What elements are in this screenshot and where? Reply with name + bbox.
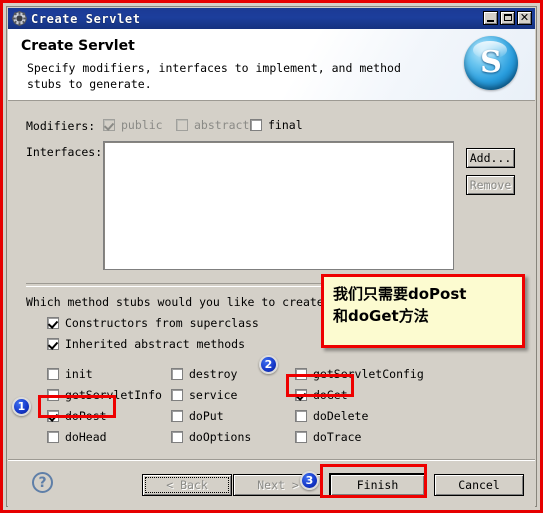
checkbox-label: Constructors from superclass (65, 316, 259, 330)
checkbox-label: doDelete (313, 409, 369, 423)
checkbox-box[interactable] (47, 389, 59, 401)
checkbox-box[interactable] (47, 338, 59, 350)
checkbox-box[interactable] (47, 317, 59, 329)
checkbox-public: public (103, 118, 163, 132)
checkbox-inherited-abstract-methods[interactable]: Inherited abstract methods (47, 337, 245, 351)
checkbox-box[interactable] (171, 431, 183, 443)
title-bar: Create Servlet ✕ (8, 8, 535, 29)
window-controls: ✕ (483, 11, 532, 25)
checkbox-label: doGet (313, 388, 348, 402)
checkbox-dopost[interactable]: doPost (47, 409, 107, 423)
checkbox-service[interactable]: service (171, 388, 237, 402)
checkbox-box[interactable] (250, 119, 262, 131)
checkbox-box[interactable] (295, 368, 307, 380)
annotated-screenshot: Create Servlet ✕ Create Servlet Specify … (0, 0, 543, 513)
checkbox-box[interactable] (171, 389, 183, 401)
method-stubs-question: Which method stubs would you like to cre… (26, 295, 331, 309)
servlet-logo-icon: S (464, 36, 518, 90)
window-title: Create Servlet (31, 11, 141, 26)
annotation-note-text: 我们只需要doPost 和doGet方法 (333, 285, 467, 325)
checkbox-label: service (189, 388, 238, 402)
checkbox-label: public (121, 118, 163, 132)
checkbox-doget[interactable]: doGet (295, 388, 348, 402)
wizard-banner: Create Servlet Specify modifiers, interf… (8, 29, 535, 101)
close-button[interactable]: ✕ (517, 11, 532, 25)
help-icon[interactable]: ? (32, 472, 53, 493)
annotation-badge-2: 2 (259, 355, 278, 374)
checkbox-box[interactable] (171, 410, 183, 422)
checkbox-box[interactable] (295, 410, 307, 422)
interfaces-list[interactable] (103, 141, 454, 270)
checkbox-getservletconfig[interactable]: getServletConfig (295, 367, 424, 381)
checkbox-box[interactable] (295, 389, 307, 401)
gear-icon (12, 11, 27, 26)
checkbox-label: doTrace (313, 430, 362, 444)
checkbox-box[interactable] (47, 368, 59, 380)
checkbox-init[interactable]: init (47, 367, 93, 381)
interfaces-label: Interfaces: (26, 145, 103, 159)
page-title: Create Servlet (21, 38, 135, 54)
checkbox-label: init (65, 367, 93, 381)
checkbox-label: doHead (65, 430, 107, 444)
checkbox-label: getServletInfo (65, 388, 162, 402)
checkbox-dodelete[interactable]: doDelete (295, 409, 368, 423)
checkbox-label: destroy (189, 367, 238, 381)
checkbox-label: getServletConfig (313, 367, 424, 381)
focus-ring (145, 477, 229, 493)
checkbox-box (103, 119, 115, 131)
create-servlet-dialog: Create Servlet ✕ Create Servlet Specify … (6, 6, 537, 508)
minimize-button[interactable] (483, 11, 498, 25)
checkbox-constructors-from-superclass[interactable]: Constructors from superclass (47, 316, 259, 330)
annotation-badge-3: 3 (300, 471, 319, 490)
checkbox-destroy[interactable]: destroy (171, 367, 237, 381)
checkbox-dohead[interactable]: doHead (47, 430, 107, 444)
logo-letter: S (480, 45, 502, 80)
back-button[interactable]: < Back (142, 474, 232, 496)
checkbox-label: abstract (194, 118, 250, 132)
remove-interface-button: Remove (466, 175, 515, 195)
checkbox-box[interactable] (47, 431, 59, 443)
checkbox-dotrace[interactable]: doTrace (295, 430, 361, 444)
cancel-button[interactable]: Cancel (434, 474, 524, 496)
checkbox-doput[interactable]: doPut (171, 409, 224, 423)
annotation-note: 我们只需要doPost 和doGet方法 (321, 274, 525, 348)
checkbox-abstract: abstract (176, 118, 249, 132)
checkbox-label: doPost (65, 409, 107, 423)
checkbox-label: Inherited abstract methods (65, 337, 246, 351)
checkbox-label: doOptions (189, 430, 252, 444)
checkbox-dooptions[interactable]: doOptions (171, 430, 251, 444)
add-interface-button[interactable]: Add... (466, 148, 515, 168)
finish-button[interactable]: Finish (329, 473, 426, 497)
modifiers-label: Modifiers: (26, 119, 96, 133)
checkbox-box (176, 119, 188, 131)
checkbox-box[interactable] (171, 368, 183, 380)
page-description: Specify modifiers, interfaces to impleme… (27, 61, 401, 91)
checkbox-label: doPut (189, 409, 224, 423)
checkbox-getservletinfo[interactable]: getServletInfo (47, 388, 162, 402)
annotation-badge-1: 1 (12, 397, 31, 416)
checkbox-final[interactable]: final (250, 118, 303, 132)
checkbox-label: final (268, 118, 303, 132)
checkbox-box[interactable] (295, 431, 307, 443)
maximize-button[interactable] (500, 11, 515, 25)
checkbox-box[interactable] (47, 410, 59, 422)
